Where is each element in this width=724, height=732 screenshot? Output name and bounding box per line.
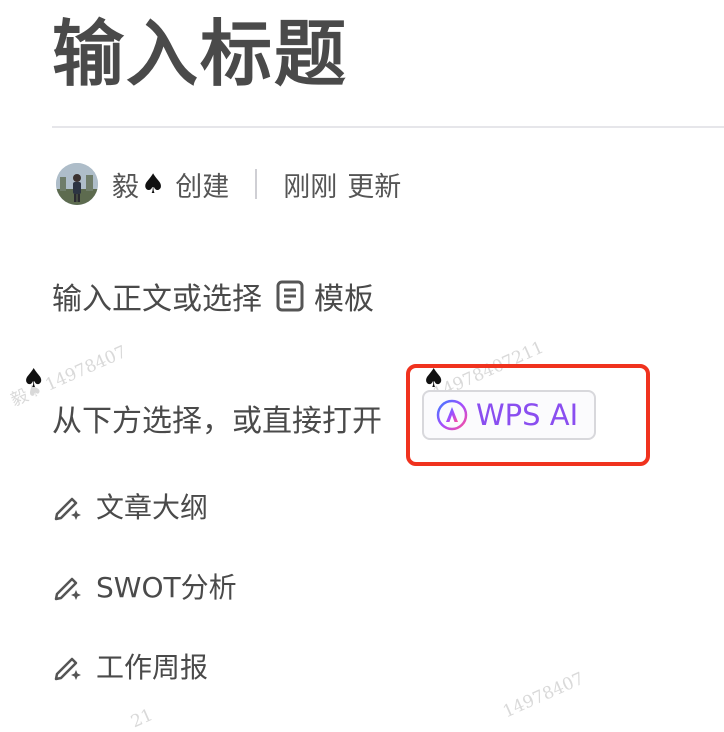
- template-link[interactable]: 模板: [314, 274, 374, 318]
- title-divider: [52, 126, 724, 128]
- option-label: 文章大纲: [96, 491, 209, 524]
- option-weekly-report[interactable]: 工作周报: [52, 646, 208, 686]
- body-placeholder-line[interactable]: 输入正文或选择 模板: [52, 272, 374, 320]
- highlight-box: [406, 364, 650, 466]
- watermark-text: 21: [128, 705, 156, 732]
- template-document-icon[interactable]: [276, 280, 304, 312]
- avatar[interactable]: [56, 163, 98, 205]
- watermark-text: 14978407: [500, 668, 588, 723]
- pen-sparkle-icon: [52, 490, 84, 522]
- pen-sparkle-icon: [52, 570, 84, 602]
- doc-meta: 毅 ♠ 创建 刚刚 更新: [56, 162, 401, 206]
- option-swot[interactable]: SWOT分析: [52, 566, 237, 606]
- spade-icon: ♠: [22, 364, 46, 394]
- choose-prompt-text: 从下方选择，或直接打开: [52, 404, 382, 439]
- page-title[interactable]: 输入标题: [52, 10, 348, 98]
- author[interactable]: 毅 ♠: [112, 165, 165, 204]
- updated-time: 刚刚: [283, 171, 338, 203]
- body-placeholder: 输入正文或选择: [52, 282, 262, 317]
- option-label: SWOT分析: [96, 571, 237, 604]
- updated-label: 更新: [347, 171, 402, 203]
- option-label: 工作周报: [96, 651, 209, 684]
- spade-icon: ♠: [141, 168, 166, 200]
- author-name: 毅: [112, 171, 139, 203]
- option-outline[interactable]: 文章大纲: [52, 486, 208, 526]
- pen-sparkle-icon: [52, 650, 84, 682]
- created-label: 创建: [175, 171, 230, 203]
- choose-prompt: 从下方选择，或直接打开: [52, 394, 382, 442]
- meta-divider: [255, 169, 258, 199]
